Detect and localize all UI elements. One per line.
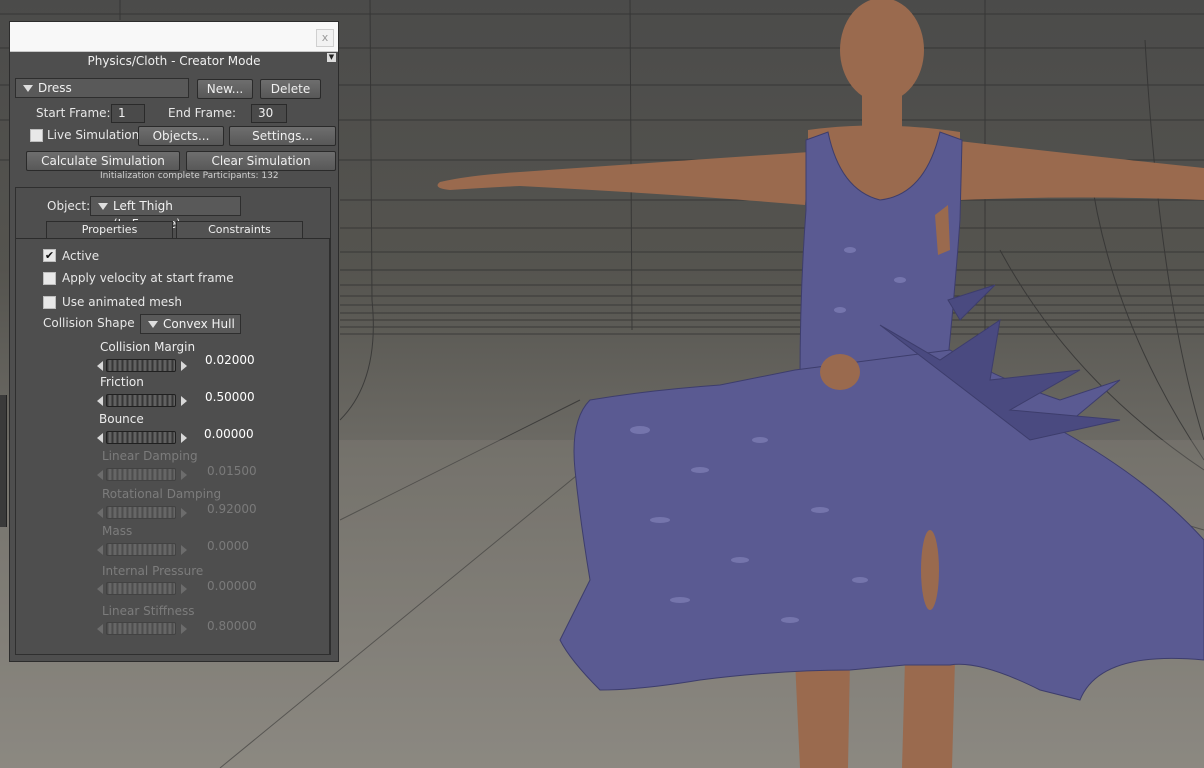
bounce-label: Bounce	[99, 412, 144, 426]
active-checkbox[interactable]: ✔	[43, 249, 56, 262]
end-frame-field[interactable]: 30	[251, 104, 287, 123]
tab-constraints[interactable]: Constraints	[176, 221, 303, 238]
checkmark-icon: ✔	[44, 249, 55, 262]
linear-damping-decrement-icon	[97, 470, 103, 480]
friction-value[interactable]: 0.50000	[205, 390, 255, 404]
close-button[interactable]: x	[316, 29, 334, 47]
live-simulation-checkbox[interactable]	[30, 129, 43, 142]
linear-damping-label: Linear Damping	[102, 449, 198, 463]
chevron-down-icon	[148, 321, 158, 328]
chevron-down-icon	[23, 85, 33, 92]
rotational-damping-decrement-icon	[97, 508, 103, 518]
friction-label: Friction	[100, 375, 144, 389]
mass-decrement-icon	[97, 545, 103, 555]
friction-increment-icon[interactable]	[181, 396, 187, 406]
friction-dial[interactable]	[106, 394, 176, 407]
linear-damping-dial	[106, 468, 176, 481]
collision-shape-label: Collision Shape	[43, 316, 135, 330]
rotational-damping-label: Rotational Damping	[102, 487, 222, 501]
linear-stiffness-dial	[106, 622, 176, 635]
friction-decrement-icon[interactable]	[97, 396, 103, 406]
internal-pressure-increment-icon	[181, 584, 187, 594]
cloth-selector-dropdown[interactable]: Dress	[15, 78, 189, 98]
linear-stiffness-decrement-icon	[97, 624, 103, 634]
calculate-simulation-button[interactable]: Calculate Simulation	[26, 151, 180, 171]
collision-margin-label: Collision Margin	[100, 340, 196, 354]
bounce-decrement-icon[interactable]	[97, 433, 103, 443]
rotational-damping-dial	[106, 506, 176, 519]
objects-button[interactable]: Objects...	[138, 126, 224, 146]
rotational-damping-value: 0.92000	[207, 502, 257, 516]
end-frame-label: End Frame:	[168, 106, 237, 120]
physics-cloth-panel: x Physics/Cloth - Creator Mode ▼ Dress N…	[9, 21, 339, 662]
tab-properties[interactable]: Properties	[46, 221, 173, 238]
settings-button[interactable]: Settings...	[229, 126, 336, 146]
collision-margin-increment-icon[interactable]	[181, 361, 187, 371]
collision-shape-dropdown[interactable]: Convex Hull	[140, 314, 241, 334]
rotational-damping-increment-icon	[181, 508, 187, 518]
panel-titlebar[interactable]: x	[10, 22, 338, 52]
start-frame-label: Start Frame:	[36, 106, 111, 120]
object-label: Object:	[47, 199, 91, 213]
cloth-selector-value: Dress	[38, 81, 72, 95]
collision-margin-dial[interactable]	[106, 359, 176, 372]
internal-pressure-dial	[106, 582, 176, 595]
linear-stiffness-value: 0.80000	[207, 619, 257, 633]
dress	[559, 131, 1204, 701]
linear-damping-value: 0.01500	[207, 464, 257, 478]
new-button[interactable]: New...	[197, 79, 253, 99]
internal-pressure-label: Internal Pressure	[102, 564, 204, 578]
start-frame-field[interactable]: 1	[111, 104, 145, 123]
clear-simulation-button[interactable]: Clear Simulation	[186, 151, 336, 171]
linear-stiffness-label: Linear Stiffness	[102, 604, 195, 618]
active-label: Active	[62, 249, 100, 263]
apply-velocity-label: Apply velocity at start frame	[62, 271, 234, 285]
collision-shape-value: Convex Hull	[163, 317, 235, 331]
delete-button[interactable]: Delete	[260, 79, 321, 99]
mass-increment-icon	[181, 545, 187, 555]
live-simulation-label: Live Simulation	[47, 128, 140, 142]
bounce-increment-icon[interactable]	[181, 433, 187, 443]
linear-stiffness-increment-icon	[181, 624, 187, 634]
linear-damping-increment-icon	[181, 470, 187, 480]
object-dropdown[interactable]: Left Thigh (LaFemme)	[90, 196, 241, 231]
mass-label: Mass	[102, 524, 133, 538]
apply-velocity-checkbox[interactable]	[43, 272, 56, 285]
bounce-value[interactable]: 0.00000	[204, 427, 254, 441]
internal-pressure-value: 0.00000	[207, 579, 257, 593]
panel-title: Physics/Cloth - Creator Mode	[87, 54, 261, 68]
bounce-dial[interactable]	[106, 431, 176, 444]
simulation-status-text: Initialization complete Participants: 13…	[100, 171, 279, 181]
panel-menu-icon[interactable]: ▼	[327, 53, 336, 62]
side-panel-tab[interactable]	[0, 395, 7, 527]
mass-value: 0.0000	[207, 539, 249, 553]
use-animated-mesh-label: Use animated mesh	[62, 295, 183, 309]
mass-dial	[106, 543, 176, 556]
use-animated-mesh-checkbox[interactable]	[43, 296, 56, 309]
collision-margin-value[interactable]: 0.02000	[205, 353, 255, 367]
internal-pressure-decrement-icon	[97, 584, 103, 594]
chevron-down-icon	[98, 203, 108, 210]
collision-margin-decrement-icon[interactable]	[97, 361, 103, 371]
